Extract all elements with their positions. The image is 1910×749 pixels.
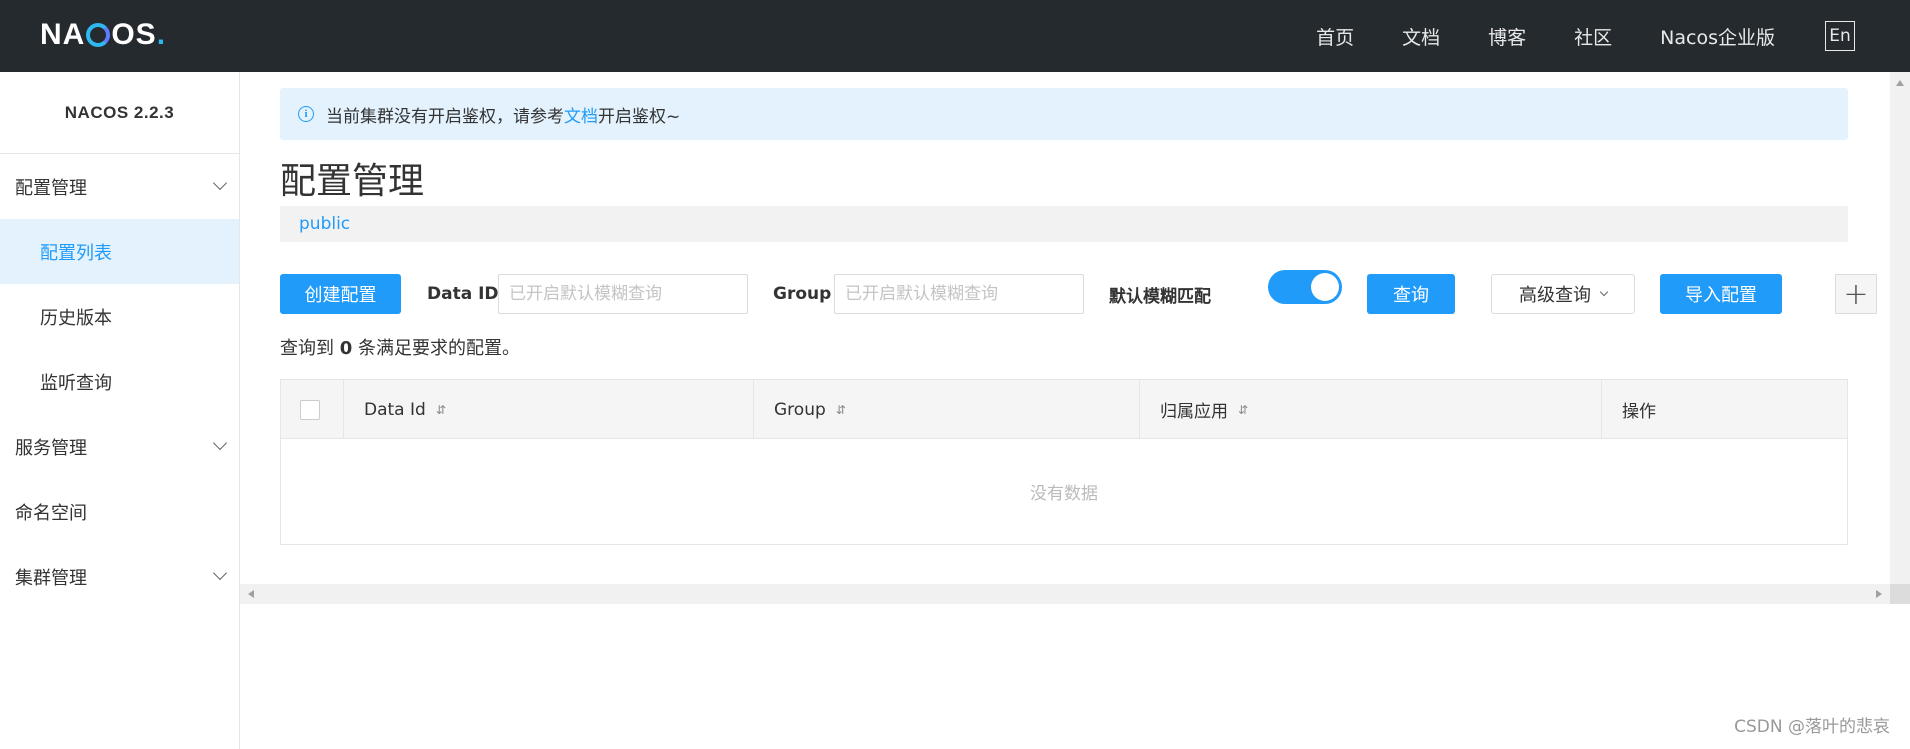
page-title: 配置管理: [280, 161, 425, 202]
column-header-data-id[interactable]: Data Id ⇵: [344, 380, 754, 439]
docs-link[interactable]: 文档: [564, 102, 598, 127]
watermark: CSDN @落叶的悲哀: [1734, 717, 1890, 737]
sidebar: NACOS 2.2.3 配置管理 配置列表 历史版本 监听查询 服务管理 命名空…: [0, 72, 240, 749]
auth-notice: i 当前集群没有开启鉴权，请参考 文档 开启鉴权~: [280, 88, 1848, 140]
top-nav: 首页 文档 博客 社区 Nacos企业版 En: [1268, 0, 1855, 72]
main-content: i 当前集群没有开启鉴权，请参考 文档 开启鉴权~ 配置管理 public 创建配置…: [240, 72, 1890, 604]
sidebar-item-listener-query[interactable]: 监听查询: [0, 349, 239, 414]
group-label: Group: [773, 284, 832, 304]
column-label: 操作: [1622, 402, 1656, 422]
sidebar-item-label: 命名空间: [15, 502, 87, 524]
import-config-button[interactable]: 导入配置: [1660, 274, 1782, 314]
sidebar-item-label: 监听查询: [40, 372, 112, 394]
sidebar-item-label: 服务管理: [15, 437, 87, 459]
data-id-input[interactable]: [498, 274, 748, 314]
result-summary: 查询到 0 条满足要求的配置。: [280, 334, 520, 360]
group-input[interactable]: [834, 274, 1084, 314]
nav-home[interactable]: 首页: [1316, 23, 1354, 50]
sort-icon[interactable]: ⇵: [436, 403, 446, 417]
logo-text-suffix: OS: [111, 18, 157, 51]
scroll-left-icon[interactable]: [248, 590, 254, 598]
chevron-down-icon: [1599, 287, 1609, 297]
horizontal-scrollbar[interactable]: [240, 584, 1890, 604]
plus-icon[interactable]: +: [1835, 274, 1877, 314]
select-all-cell: [281, 380, 344, 439]
query-button[interactable]: 查询: [1367, 274, 1455, 314]
result-count: 0: [339, 338, 353, 359]
sidebar-item-label: 集群管理: [15, 567, 87, 589]
nav-blog[interactable]: 博客: [1488, 23, 1526, 50]
sort-icon[interactable]: ⇵: [836, 403, 846, 417]
chevron-down-icon: [212, 565, 228, 581]
advanced-query-label: 高级查询: [1519, 285, 1591, 305]
sort-icon[interactable]: ⇵: [1238, 403, 1248, 417]
scroll-up-icon[interactable]: [1896, 80, 1904, 86]
sidebar-item-namespace[interactable]: 命名空间: [0, 479, 239, 544]
sidebar-item-label: 配置列表: [40, 242, 112, 264]
scrollbar-corner: [1890, 584, 1910, 604]
fuzzy-match-label: 默认模糊匹配: [1109, 286, 1211, 307]
logo-dot: .: [156, 18, 167, 51]
fuzzy-match-toggle[interactable]: [1268, 270, 1342, 304]
nav-docs[interactable]: 文档: [1402, 23, 1440, 50]
config-table: Data Id ⇵ Group ⇵ 归属应用 ⇵ 操作 没有数据: [280, 379, 1848, 545]
info-icon: i: [298, 106, 314, 122]
sidebar-item-label: 历史版本: [40, 307, 112, 329]
select-all-checkbox[interactable]: [300, 399, 320, 420]
empty-state: 没有数据: [1030, 484, 1098, 504]
notice-text-before: 当前集群没有开启鉴权，请参考: [326, 106, 564, 127]
data-id-label: Data ID: [427, 284, 499, 304]
logo-text-prefix: NA: [40, 18, 86, 51]
nav-enterprise[interactable]: Nacos企业版: [1660, 23, 1775, 50]
column-label: Group: [774, 399, 826, 420]
scroll-right-icon[interactable]: [1876, 590, 1882, 598]
column-label: Data Id: [364, 399, 426, 420]
notice-text-after: 开启鉴权~: [598, 106, 681, 127]
sidebar-item-config-list[interactable]: 配置列表: [0, 219, 239, 284]
advanced-query-button[interactable]: 高级查询: [1491, 274, 1635, 314]
search-toolbar: 创建配置 Data ID Group 默认模糊匹配 查询 高级查询 导入配置 +: [280, 270, 1877, 316]
vertical-scrollbar[interactable]: [1890, 72, 1910, 604]
chevron-down-icon: [212, 435, 228, 451]
result-prefix: 查询到: [280, 338, 334, 359]
create-config-button[interactable]: 创建配置: [280, 274, 401, 314]
sidebar-item-config-management[interactable]: 配置管理: [0, 154, 239, 219]
column-header-app[interactable]: 归属应用 ⇵: [1140, 380, 1602, 439]
sidebar-item-service-management[interactable]: 服务管理: [0, 414, 239, 479]
language-toggle-button[interactable]: En: [1825, 21, 1855, 51]
sidebar-item-cluster-management[interactable]: 集群管理: [0, 544, 239, 609]
sidebar-item-history[interactable]: 历史版本: [0, 284, 239, 349]
nacos-logo[interactable]: NA OS.: [40, 14, 166, 56]
chevron-down-icon: [212, 175, 228, 191]
namespace-tab-public[interactable]: public: [299, 214, 350, 234]
column-label: 归属应用: [1160, 402, 1228, 422]
top-navbar: NA OS. 首页 文档 博客 社区 Nacos企业版 En: [0, 0, 1910, 72]
nav-community[interactable]: 社区: [1574, 23, 1612, 50]
table-header: Data Id ⇵ Group ⇵ 归属应用 ⇵ 操作: [281, 380, 1847, 439]
toggle-knob: [1311, 273, 1339, 301]
column-header-actions: 操作: [1602, 380, 1847, 439]
namespace-bar: public: [280, 206, 1848, 242]
result-suffix: 条满足要求的配置。: [358, 338, 520, 359]
logo-ring-icon: [86, 23, 111, 47]
sidebar-item-label: 配置管理: [15, 177, 87, 199]
version-title: NACOS 2.2.3: [0, 72, 239, 154]
column-header-group[interactable]: Group ⇵: [754, 380, 1140, 439]
